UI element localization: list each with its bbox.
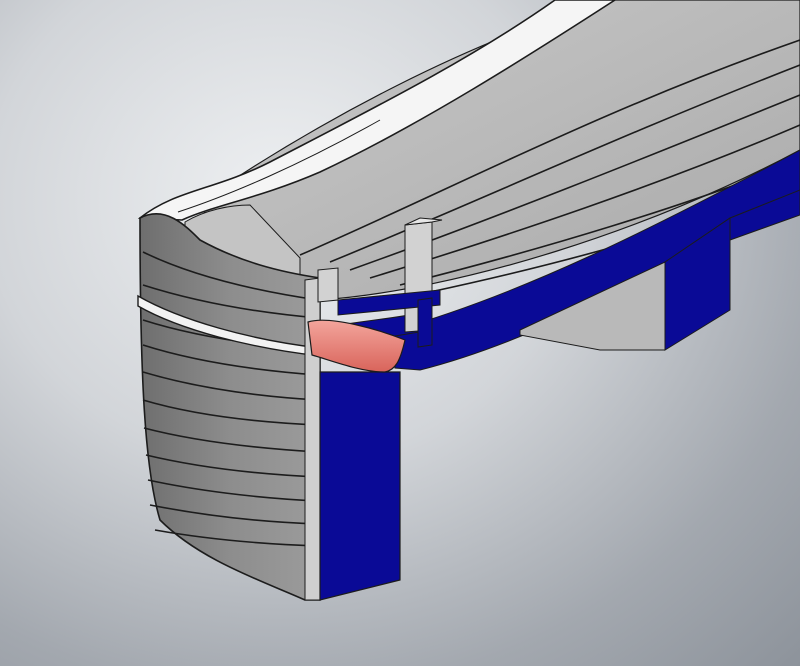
boat-hull-section-model[interactable] <box>0 0 800 666</box>
section-cut-keel-post <box>319 371 401 601</box>
cad-viewport[interactable] <box>0 0 800 666</box>
